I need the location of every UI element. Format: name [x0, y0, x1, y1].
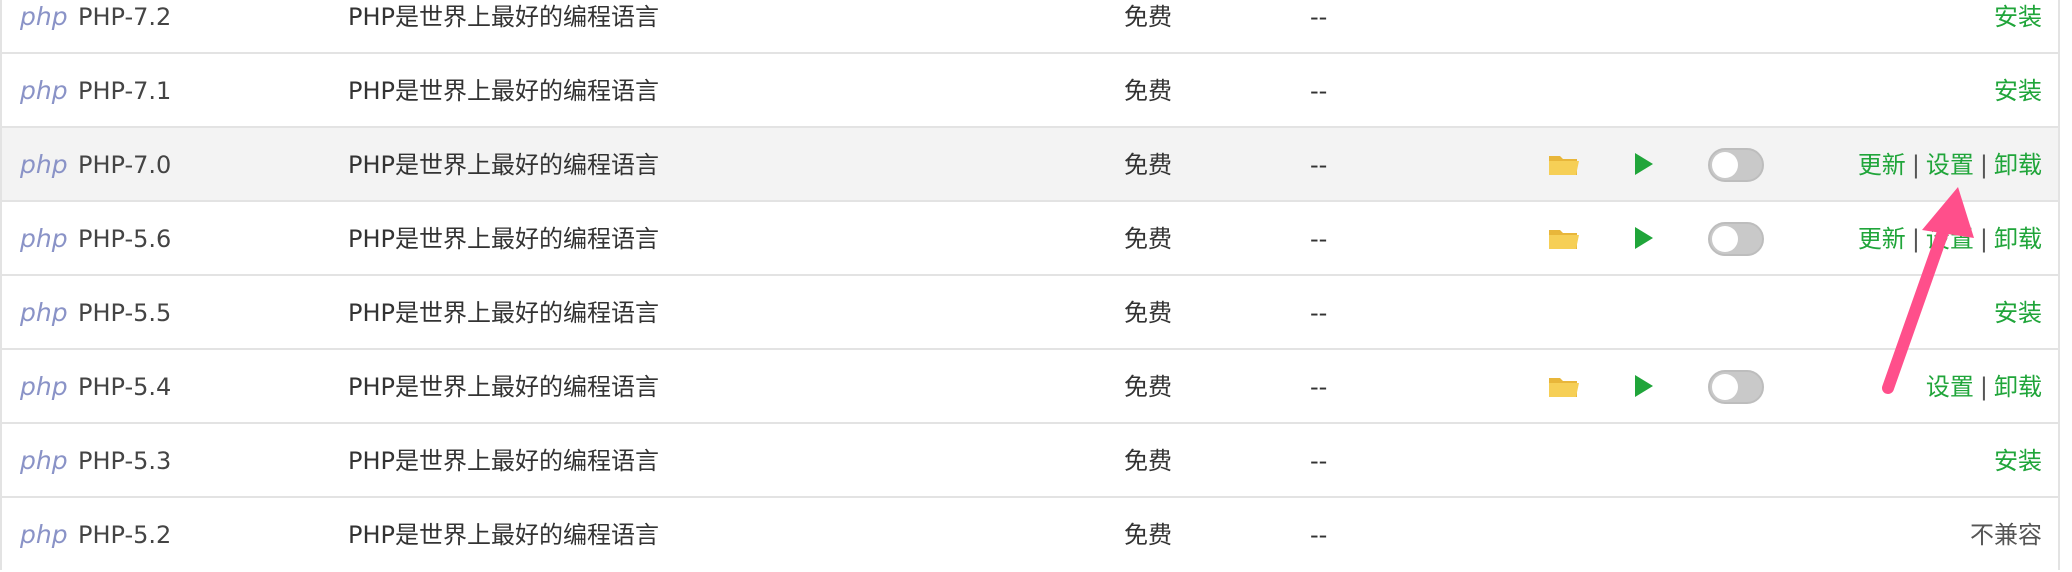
price: 免费: [1124, 373, 1172, 401]
software-name: PHP-5.4: [78, 373, 172, 401]
install-link[interactable]: 安装: [1994, 3, 2042, 31]
expire-date: --: [1310, 77, 1328, 105]
expire-date: --: [1310, 3, 1328, 31]
php-logo-icon: php: [20, 372, 68, 401]
settings-link[interactable]: 设置: [1926, 151, 1974, 179]
table-row: php PHP-5.6 PHP是世界上最好的编程语言 免费 -- 更新 | 设置 | 卸…: [0, 200, 2060, 274]
expire-date: --: [1310, 373, 1328, 401]
expire-date: --: [1310, 151, 1328, 179]
settings-link[interactable]: 设置: [1926, 373, 1974, 401]
software-description: PHP是世界上最好的编程语言: [348, 77, 659, 105]
install-link[interactable]: 安装: [1994, 447, 2042, 475]
software-name: PHP-7.1: [78, 77, 172, 105]
table-row: php PHP-5.5 PHP是世界上最好的编程语言 免费 -- 安装: [0, 274, 2060, 348]
folder-icon[interactable]: [1548, 150, 1580, 178]
ops: 安装: [1994, 424, 2042, 498]
php-logo-icon: php: [20, 520, 68, 549]
php-logo-icon: php: [20, 224, 68, 253]
uninstall-link[interactable]: 卸载: [1994, 373, 2042, 401]
update-link[interactable]: 更新: [1858, 225, 1906, 253]
software-name: PHP-5.6: [78, 225, 172, 253]
ops: 更新 | 设置 | 卸载: [1857, 151, 2042, 179]
php-logo-icon: php: [20, 2, 68, 31]
play-icon[interactable]: [1634, 152, 1654, 176]
software-name: PHP-7.2: [78, 3, 172, 31]
play-icon[interactable]: [1634, 226, 1654, 250]
software-description: PHP是世界上最好的编程语言: [348, 521, 659, 549]
software-name: PHP-5.5: [78, 299, 172, 327]
php-logo-icon: php: [20, 76, 68, 105]
php-logo-icon: php: [20, 150, 68, 179]
software-name: PHP-5.3: [78, 447, 172, 475]
table-row: php PHP-5.2 PHP是世界上最好的编程语言 免费 -- 不兼容: [0, 496, 2060, 570]
software-name: PHP-5.2: [78, 521, 172, 549]
expire-date: --: [1310, 447, 1328, 475]
php-logo-icon: php: [20, 446, 68, 475]
table-row: php PHP-7.0 PHP是世界上最好的编程语言 免费 -- 更新 | 设置 | 卸…: [0, 126, 2060, 200]
update-link[interactable]: 更新: [1858, 151, 1906, 179]
install-link[interactable]: 安装: [1994, 299, 2042, 327]
install-link[interactable]: 安装: [1994, 77, 2042, 105]
expire-date: --: [1310, 225, 1328, 253]
price: 免费: [1124, 225, 1172, 253]
table-row: php PHP-7.2 PHP是世界上最好的编程语言 免费 -- 安装: [0, 0, 2060, 52]
uninstall-link[interactable]: 卸载: [1994, 225, 2042, 253]
toggle-switch[interactable]: [1708, 148, 1764, 182]
price: 免费: [1124, 151, 1172, 179]
software-table: php PHP-7.2 PHP是世界上最好的编程语言 免费 -- 安装 php …: [0, 0, 2072, 572]
price: 免费: [1124, 521, 1172, 549]
expire-date: --: [1310, 299, 1328, 327]
price: 免费: [1124, 3, 1172, 31]
ops: 安装: [1994, 54, 2042, 128]
software-description: PHP是世界上最好的编程语言: [348, 299, 659, 327]
software-description: PHP是世界上最好的编程语言: [348, 151, 659, 179]
folder-icon[interactable]: [1548, 372, 1580, 400]
price: 免费: [1124, 77, 1172, 105]
software-description: PHP是世界上最好的编程语言: [348, 3, 659, 31]
software-description: PHP是世界上最好的编程语言: [348, 373, 659, 401]
php-logo-icon: php: [20, 298, 68, 327]
table-row: php PHP-5.4 PHP是世界上最好的编程语言 免费 -- 设置 | 卸载: [0, 348, 2060, 422]
settings-link[interactable]: 设置: [1926, 225, 1974, 253]
software-description: PHP是世界上最好的编程语言: [348, 225, 659, 253]
toggle-switch[interactable]: [1708, 370, 1764, 404]
price: 免费: [1124, 299, 1172, 327]
ops: 安装: [1994, 276, 2042, 350]
software-description: PHP是世界上最好的编程语言: [348, 447, 659, 475]
expire-date: --: [1310, 521, 1328, 549]
incompatible-status: 不兼容: [1970, 521, 2042, 549]
table-row: php PHP-7.1 PHP是世界上最好的编程语言 免费 -- 安装: [0, 52, 2060, 126]
uninstall-link[interactable]: 卸载: [1994, 151, 2042, 179]
folder-icon[interactable]: [1548, 224, 1580, 252]
price: 免费: [1124, 447, 1172, 475]
ops: 设置 | 卸载: [1925, 373, 2042, 401]
table-row: php PHP-5.3 PHP是世界上最好的编程语言 免费 -- 安装: [0, 422, 2060, 496]
ops: 安装: [1994, 0, 2042, 54]
toggle-switch[interactable]: [1708, 222, 1764, 256]
software-name: PHP-7.0: [78, 151, 172, 179]
play-icon[interactable]: [1634, 374, 1654, 398]
ops: 更新 | 设置 | 卸载: [1857, 225, 2042, 253]
